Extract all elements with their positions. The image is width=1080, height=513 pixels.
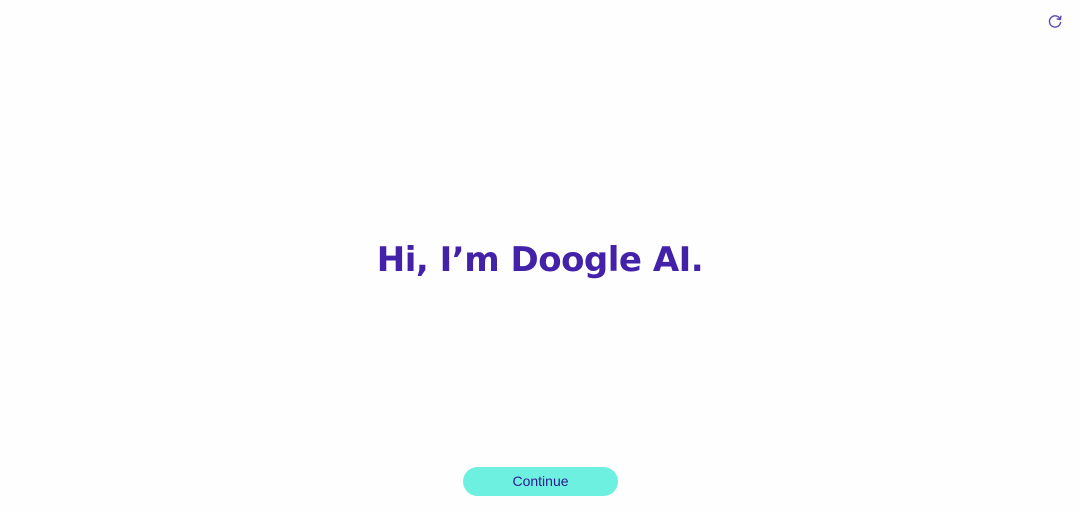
refresh-icon — [1047, 13, 1063, 29]
refresh-button[interactable] — [1045, 11, 1065, 31]
onboarding-screen: Hi, I’m Doogle AI. Continue — [0, 0, 1080, 513]
continue-button[interactable]: Continue — [463, 467, 618, 496]
greeting-heading: Hi, I’m Doogle AI. — [376, 240, 704, 280]
